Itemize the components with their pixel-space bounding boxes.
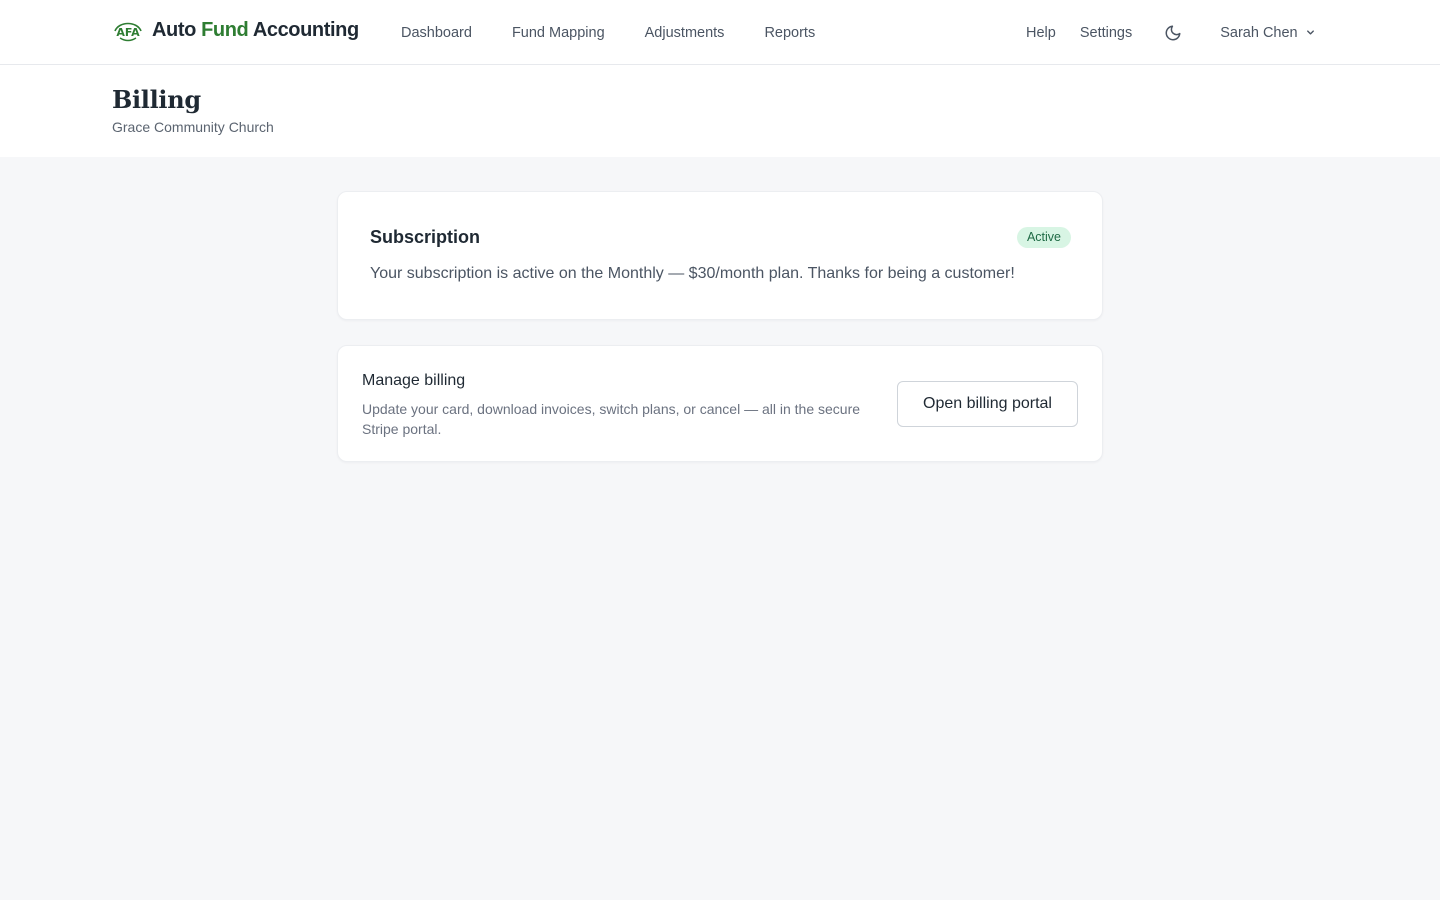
nav-item-fund-mapping[interactable]: Fund Mapping xyxy=(512,25,605,41)
page-header: Billing Grace Community Church xyxy=(0,65,1440,157)
subscription-message: Your subscription is active on the Month… xyxy=(370,265,1015,282)
chevron-down-icon xyxy=(1306,30,1314,35)
top-navigation-bar: AFA Auto Fund Accounting Dashboard Fund … xyxy=(0,0,1440,65)
subscription-title: Subscription xyxy=(370,227,481,247)
theme-toggle-button[interactable] xyxy=(1162,22,1184,44)
moon-icon xyxy=(1165,25,1181,40)
nav-item-dashboard[interactable]: Dashboard xyxy=(401,25,472,41)
settings-link[interactable]: Settings xyxy=(1080,25,1132,41)
user-menu[interactable]: Sarah Chen xyxy=(1220,25,1315,41)
afa-logo-icon: AFA xyxy=(114,22,142,42)
manage-billing-title: Manage billing xyxy=(362,372,466,389)
subscription-card: Subscription Active Your subscription is… xyxy=(337,191,1103,320)
page-title: Billing xyxy=(112,85,201,114)
app-logo[interactable]: AFA Auto Fund Accounting xyxy=(112,16,359,44)
open-billing-portal-button[interactable]: Open billing portal xyxy=(897,381,1078,427)
nav-item-adjustments[interactable]: Adjustments xyxy=(645,25,725,41)
app-name: Auto Fund Accounting xyxy=(152,18,359,41)
svg-text:AFA: AFA xyxy=(116,26,140,39)
organization-name: Grace Community Church xyxy=(112,119,274,135)
user-name: Sarah Chen xyxy=(1220,24,1298,41)
utility-nav: Help Settings Sarah Chen xyxy=(1026,0,1316,65)
main-nav: Dashboard Fund Mapping Adjustments Repor… xyxy=(401,0,855,65)
status-badge: Active xyxy=(1016,227,1071,248)
help-link[interactable]: Help xyxy=(1026,25,1056,41)
manage-billing-description: Update your card, download invoices, swi… xyxy=(362,401,861,437)
manage-billing-card: Manage billing Update your card, downloa… xyxy=(337,345,1103,462)
nav-item-reports[interactable]: Reports xyxy=(764,25,815,41)
